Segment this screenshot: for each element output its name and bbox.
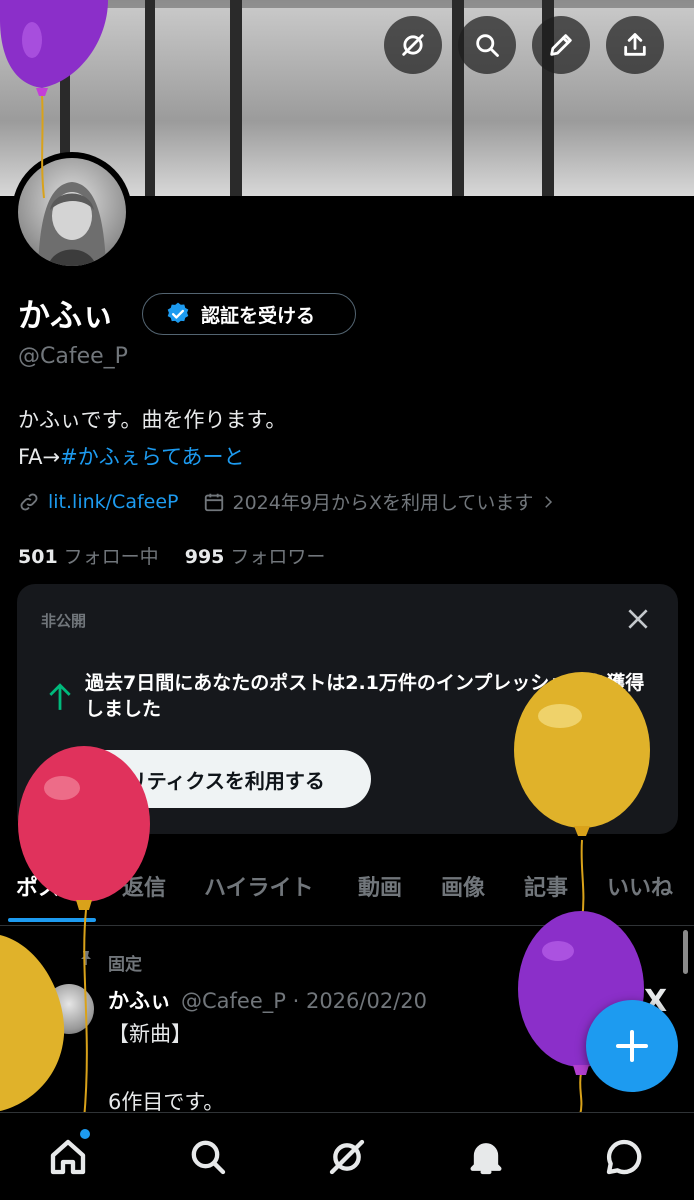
bio-hashtag-link[interactable]: #かふぇらてあーと xyxy=(60,445,244,469)
nav-home[interactable] xyxy=(46,1135,90,1179)
close-card-button[interactable] xyxy=(625,606,651,632)
nav-grok[interactable] xyxy=(325,1135,369,1179)
search-button[interactable] xyxy=(458,16,516,74)
yellow-balloon-icon xyxy=(514,672,654,924)
following-count: 501 xyxy=(18,546,58,568)
bio-line-1: かふぃです。曲を作ります。 xyxy=(18,408,287,432)
scrollbar[interactable] xyxy=(683,930,688,974)
profile-meta: lit.link/CafeeP 2024年9月からXを利用しています xyxy=(18,488,557,515)
profile-website-link[interactable]: lit.link/CafeeP xyxy=(48,491,179,513)
share-button[interactable] xyxy=(606,16,664,74)
share-icon xyxy=(624,33,646,56)
private-label: 非公開 xyxy=(41,612,87,630)
get-verified-button[interactable]: 認証を受ける xyxy=(142,293,356,335)
chevron-right-icon xyxy=(545,495,553,508)
calendar-icon xyxy=(204,493,223,511)
grok-button[interactable] xyxy=(384,16,442,74)
trend-up-icon xyxy=(47,682,73,712)
home-icon xyxy=(50,1139,86,1175)
post-handle-date: @Cafee_P · 2026/02/20 xyxy=(181,989,427,1013)
plus-icon xyxy=(616,1030,648,1062)
nav-messages[interactable] xyxy=(602,1135,646,1179)
bio-prefix: FA→ xyxy=(18,445,61,469)
profile-handle: @Cafee_P xyxy=(18,344,128,369)
followers-count: 995 xyxy=(184,546,225,568)
notifications-icon xyxy=(470,1143,502,1175)
following-link[interactable]: 501 フォロー中 xyxy=(18,546,159,568)
close-icon xyxy=(628,609,648,629)
verified-badge-icon xyxy=(167,302,189,323)
edit-pencil-icon xyxy=(550,34,572,56)
following-label: フォロー中 xyxy=(63,546,159,568)
purple-balloon-top-icon xyxy=(0,0,110,204)
follow-stats: 501 フォロー中 995 フォロワー xyxy=(18,542,325,569)
nav-search[interactable] xyxy=(186,1135,230,1179)
grok-icon xyxy=(402,34,424,56)
get-verified-label: 認証を受ける xyxy=(201,304,316,327)
search-icon xyxy=(191,1140,226,1175)
home-notification-dot xyxy=(80,1129,90,1139)
followers-link[interactable]: 995 フォロワー xyxy=(185,546,326,568)
display-name: かふぃ xyxy=(18,296,115,334)
profile-bio: かふぃです。曲を作ります。 FA→#かふぇらてあーと xyxy=(18,402,286,476)
bottom-navigation xyxy=(0,1112,694,1200)
compose-post-button[interactable] xyxy=(586,1000,678,1092)
edit-profile-button[interactable] xyxy=(532,16,590,74)
followers-label: フォロワー xyxy=(230,546,326,568)
nav-notifications[interactable] xyxy=(464,1135,508,1179)
tab-highlights[interactable]: ハイライト xyxy=(204,870,314,902)
tab-images[interactable]: 画像 xyxy=(441,870,485,902)
tab-videos[interactable]: 動画 xyxy=(358,870,402,902)
yellow-balloon-left-icon xyxy=(0,935,70,1119)
messages-icon xyxy=(606,1139,642,1175)
grok-icon xyxy=(329,1139,365,1175)
joined-date[interactable]: 2024年9月からXを利用しています xyxy=(233,488,534,515)
search-icon xyxy=(476,34,499,57)
link-icon xyxy=(20,493,38,510)
